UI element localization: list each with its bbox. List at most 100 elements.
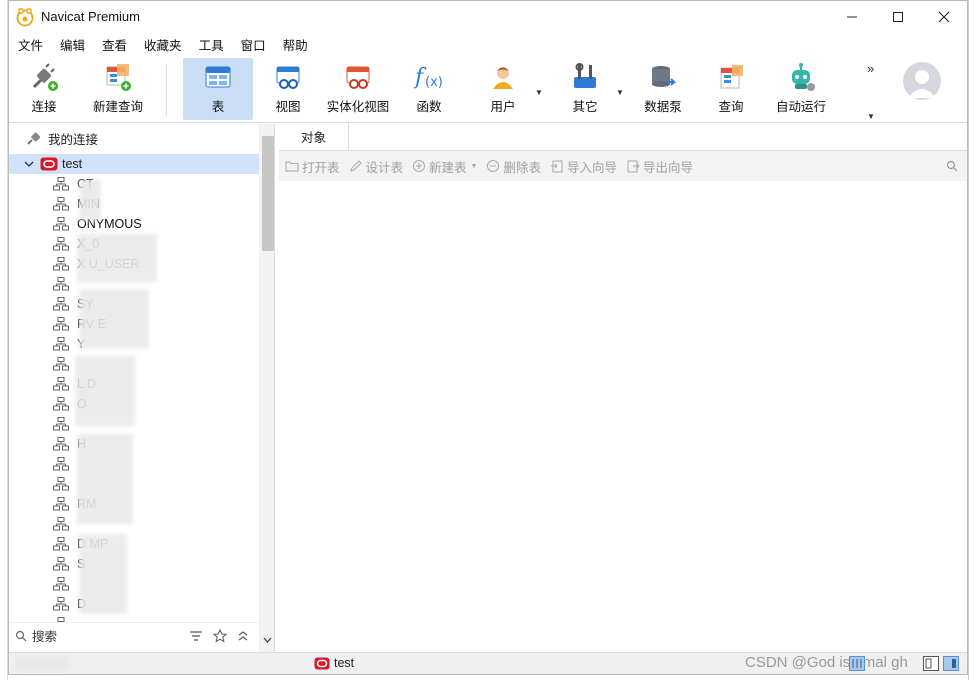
menu-help[interactable]: 帮助 bbox=[278, 35, 320, 54]
menu-tools[interactable]: 工具 bbox=[194, 35, 236, 54]
menu-window[interactable]: 窗口 bbox=[236, 35, 278, 54]
schema-node[interactable]: D bbox=[9, 594, 259, 614]
redaction-blur bbox=[75, 356, 135, 426]
menu-edit[interactable]: 编辑 bbox=[55, 35, 97, 54]
toolbar-separator bbox=[166, 64, 167, 116]
schema-node[interactable] bbox=[9, 454, 259, 474]
new-query-button[interactable]: 新建查询 bbox=[83, 58, 153, 120]
connect-label: 连接 bbox=[31, 100, 57, 114]
connection-name: test bbox=[62, 157, 83, 171]
redaction-blur bbox=[15, 656, 69, 671]
schema-icon bbox=[53, 477, 69, 491]
schema-icon bbox=[53, 577, 69, 591]
other-dropdown-arrow-icon[interactable]: ▼ bbox=[616, 88, 624, 97]
new-table-button[interactable]: 新建表 ▼ bbox=[412, 157, 477, 176]
view-icon bbox=[276, 66, 300, 89]
plug-connect-icon bbox=[32, 63, 58, 91]
schema-node[interactable] bbox=[9, 514, 259, 534]
minimize-button[interactable] bbox=[829, 1, 875, 32]
design-table-button[interactable]: 设计表 bbox=[349, 157, 403, 176]
maximize-icon bbox=[893, 11, 903, 22]
schema-icon bbox=[53, 297, 69, 311]
schema-node[interactable]: H bbox=[9, 434, 259, 454]
my-connections-root[interactable]: 我的连接 bbox=[9, 128, 259, 148]
menu-favorites[interactable]: 收藏夹 bbox=[139, 35, 194, 54]
materialized-view-button[interactable]: 实体化视图 bbox=[323, 58, 393, 120]
schema-node[interactable] bbox=[9, 574, 259, 594]
maximize-button[interactable] bbox=[875, 1, 921, 32]
pencil-icon bbox=[349, 160, 362, 172]
query-button[interactable]: 查询 bbox=[703, 58, 759, 120]
schema-node[interactable]: RM bbox=[9, 494, 259, 514]
menu-file[interactable]: 文件 bbox=[13, 35, 55, 54]
query-icon bbox=[720, 65, 743, 89]
schema-node[interactable]: CT bbox=[9, 174, 259, 194]
autorun-button[interactable]: 自动运行 bbox=[769, 58, 833, 120]
schema-icon bbox=[53, 197, 69, 211]
add-circle-icon bbox=[413, 160, 426, 172]
tab-strip: 对象 bbox=[279, 123, 967, 151]
panel-view-icon[interactable] bbox=[943, 656, 959, 671]
collapse-icon[interactable] bbox=[237, 630, 249, 642]
objects-pane: 对象 打开表 设计表 新建表 ▼ 删除表 导入向导 导出向导 bbox=[279, 123, 967, 652]
schema-node[interactable]: ONYMOUS bbox=[9, 214, 259, 234]
sidebar-scroll-thumb[interactable] bbox=[262, 136, 274, 251]
sidebar-scrollbar[interactable] bbox=[259, 124, 274, 652]
chevron-down-icon[interactable] bbox=[24, 159, 34, 169]
folder-open-icon bbox=[285, 161, 299, 172]
function-button[interactable]: f (x) 函数 bbox=[401, 58, 457, 120]
toolbar-options-arrow-icon[interactable]: ▼ bbox=[867, 112, 875, 121]
schema-icon bbox=[53, 377, 69, 391]
object-toolbar: 打开表 设计表 新建表 ▼ 删除表 导入向导 导出向导 bbox=[279, 151, 967, 181]
table-button[interactable]: 表 bbox=[183, 58, 253, 120]
schema-node[interactable]: MIN bbox=[9, 194, 259, 214]
schema-icon bbox=[53, 397, 69, 411]
schema-node[interactable]: S bbox=[9, 554, 259, 574]
export-wizard-button[interactable]: 导出向导 bbox=[626, 157, 693, 176]
redaction-blur bbox=[79, 180, 101, 220]
import-wizard-button[interactable]: 导入向导 bbox=[550, 157, 617, 176]
export-icon bbox=[627, 160, 640, 173]
connection-test-node[interactable]: test bbox=[9, 154, 259, 174]
data-pump-label: 数据泵 bbox=[644, 100, 682, 114]
star-icon[interactable] bbox=[213, 628, 227, 643]
view-button[interactable]: 视图 bbox=[259, 58, 317, 120]
object-search-icon[interactable] bbox=[946, 160, 958, 172]
filter-icon[interactable] bbox=[189, 630, 203, 642]
data-pump-button[interactable]: 数据泵 bbox=[635, 58, 691, 120]
export-wizard-label: 导出向导 bbox=[643, 160, 694, 175]
schema-icon bbox=[53, 217, 69, 231]
user-button[interactable]: 用户 bbox=[477, 58, 529, 120]
open-table-button[interactable]: 打开表 bbox=[285, 157, 340, 176]
schema-node[interactable]: D MP bbox=[9, 534, 259, 554]
schema-icon bbox=[53, 557, 69, 571]
function-icon: f (x) bbox=[413, 65, 443, 90]
detail-view-icon[interactable] bbox=[923, 656, 939, 671]
close-button[interactable] bbox=[921, 1, 967, 32]
navigation-pane: 我的连接 test CTMINONYMOUSX_0X U_USERSYRV EY… bbox=[9, 124, 275, 652]
materialized-view-label: 实体化视图 bbox=[326, 100, 390, 114]
sidebar-search-input[interactable]: 搜索 bbox=[32, 626, 57, 645]
navicat-logo-icon bbox=[16, 7, 34, 26]
new-table-dropdown-icon[interactable]: ▼ bbox=[471, 163, 478, 170]
toolbar-overflow-chevron-icon[interactable]: » bbox=[867, 61, 874, 76]
schema-icon bbox=[53, 457, 69, 471]
grid-view-icon[interactable] bbox=[849, 656, 865, 671]
schema-node[interactable] bbox=[9, 474, 259, 494]
table-icon bbox=[205, 66, 231, 88]
user-dropdown-arrow-icon[interactable]: ▼ bbox=[535, 88, 543, 97]
oracle-connection-icon bbox=[314, 657, 330, 670]
close-icon bbox=[938, 11, 950, 22]
other-button[interactable]: 其它 bbox=[557, 58, 613, 120]
scroll-down-arrow-icon[interactable] bbox=[263, 636, 272, 644]
menu-view[interactable]: 查看 bbox=[97, 35, 139, 54]
avatar[interactable] bbox=[903, 62, 941, 100]
new-query-icon bbox=[106, 64, 131, 91]
tab-objects[interactable]: 对象 bbox=[279, 123, 349, 150]
status-bar: test CSDN @God is_ mal gh bbox=[9, 652, 967, 674]
new-table-label: 新建表 bbox=[429, 160, 467, 175]
connect-button[interactable]: 连接 bbox=[15, 58, 73, 120]
oracle-connection-icon bbox=[40, 157, 58, 171]
delete-table-button[interactable]: 删除表 bbox=[486, 157, 541, 176]
schema-icon bbox=[53, 537, 69, 551]
